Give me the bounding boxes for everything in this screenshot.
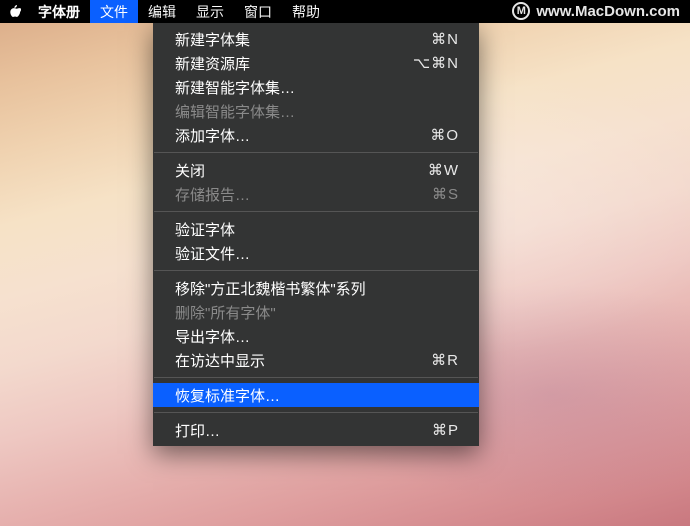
menu-item-label: 验证字体: [175, 219, 459, 240]
menu-item-label: 打印…: [175, 420, 432, 441]
menu-item-shortcut: ⌘R: [431, 351, 459, 369]
menubar-item-4[interactable]: 帮助: [282, 0, 330, 23]
menu-item-0-4[interactable]: 添加字体…⌘O: [153, 123, 479, 147]
menu-item-shortcut: ⌥⌘N: [413, 54, 459, 72]
file-menu-dropdown: 新建字体集⌘N新建资源库⌥⌘N新建智能字体集…编辑智能字体集…添加字体…⌘O关闭…: [153, 23, 479, 446]
menu-item-label: 新建字体集: [175, 29, 431, 50]
menu-item-shortcut: ⌘W: [428, 161, 459, 179]
menu-separator: [154, 377, 478, 378]
menubar-item-2[interactable]: 显示: [186, 0, 234, 23]
menu-item-label: 导出字体…: [175, 326, 459, 347]
menu-item-label: 存储报告…: [175, 184, 432, 205]
menubar-item-3[interactable]: 窗口: [234, 0, 282, 23]
menu-item-0-2[interactable]: 新建智能字体集…: [153, 75, 479, 99]
menu-item-3-0[interactable]: 移除"方正北魏楷书繁体"系列: [153, 276, 479, 300]
menu-item-5-0[interactable]: 打印…⌘P: [153, 418, 479, 442]
menubar: 字体册 文件编辑显示窗口帮助: [0, 0, 690, 23]
menu-item-3-2[interactable]: 导出字体…: [153, 324, 479, 348]
menu-item-shortcut: ⌘O: [430, 126, 459, 144]
menu-item-label: 新建资源库: [175, 53, 413, 74]
menu-item-0-0[interactable]: 新建字体集⌘N: [153, 27, 479, 51]
menu-item-0-3: 编辑智能字体集…: [153, 99, 479, 123]
menu-item-label: 恢复标准字体…: [175, 385, 459, 406]
menubar-app-name[interactable]: 字体册: [28, 0, 90, 23]
menu-item-3-1: 删除"所有字体": [153, 300, 479, 324]
menu-item-label: 关闭: [175, 160, 428, 181]
menu-item-shortcut: ⌘N: [431, 30, 459, 48]
menu-item-1-1: 存储报告…⌘S: [153, 182, 479, 206]
menu-item-label: 移除"方正北魏楷书繁体"系列: [175, 278, 459, 299]
menu-item-label: 新建智能字体集…: [175, 77, 459, 98]
menu-separator: [154, 270, 478, 271]
menubar-item-1[interactable]: 编辑: [138, 0, 186, 23]
menu-item-0-1[interactable]: 新建资源库⌥⌘N: [153, 51, 479, 75]
menu-separator: [154, 152, 478, 153]
menu-item-label: 验证文件…: [175, 243, 459, 264]
menu-item-4-0[interactable]: 恢复标准字体…: [153, 383, 479, 407]
apple-menu-icon[interactable]: [0, 0, 28, 23]
menubar-item-0[interactable]: 文件: [90, 0, 138, 23]
menu-item-shortcut: ⌘P: [432, 421, 459, 439]
menu-item-label: 在访达中显示: [175, 350, 431, 371]
menu-item-1-0[interactable]: 关闭⌘W: [153, 158, 479, 182]
menu-item-2-1[interactable]: 验证文件…: [153, 241, 479, 265]
menu-item-2-0[interactable]: 验证字体: [153, 217, 479, 241]
menu-item-3-3[interactable]: 在访达中显示⌘R: [153, 348, 479, 372]
menu-item-label: 删除"所有字体": [175, 302, 459, 323]
menu-item-label: 编辑智能字体集…: [175, 101, 459, 122]
menu-item-label: 添加字体…: [175, 125, 430, 146]
menu-separator: [154, 211, 478, 212]
menu-separator: [154, 412, 478, 413]
menu-item-shortcut: ⌘S: [432, 185, 459, 203]
